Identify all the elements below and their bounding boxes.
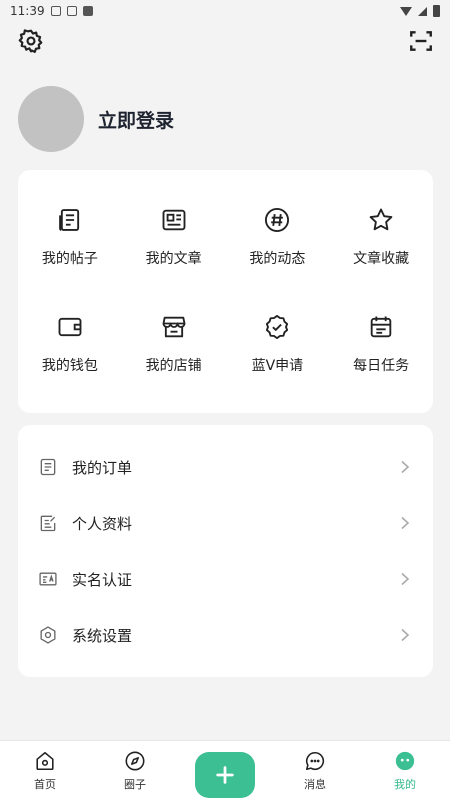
tab-messages[interactable]: 消息 [280,741,350,792]
status-bar: 11:39 [0,0,450,22]
verified-badge-icon [266,314,289,339]
home-icon [36,751,54,771]
chevron-right-icon [401,460,410,474]
calendar-task-icon [370,316,392,337]
menu-item-label: 我的订单 [72,458,133,477]
tab-label: 消息 [304,778,326,791]
notification-icon [50,6,61,16]
settings-hex-icon [40,626,56,644]
chevron-right-icon [401,628,410,642]
notification-icon [66,6,77,16]
settings-button[interactable] [18,28,44,54]
grid-item-favorites[interactable]: 文章收藏 [329,192,433,299]
grid-item-label: 我的动态 [249,251,306,267]
grid-item-label: 我的帖子 [41,251,98,267]
message-icon [305,751,325,771]
menu-list-card: 我的订单 个人资料 实名认证 系统设置 [18,425,433,677]
avatar[interactable] [18,86,84,152]
plus-icon [216,766,234,784]
grid-item-store[interactable]: 我的店铺 [122,299,226,406]
grid-item-blue-v[interactable]: 蓝V申请 [226,299,330,406]
post-icon [59,209,79,231]
tab-label: 圈子 [124,778,146,791]
signal-icon [418,6,427,16]
menu-item-label: 个人资料 [72,514,133,533]
wifi-icon [400,6,412,16]
grid-item-daily-tasks[interactable]: 每日任务 [329,299,433,406]
grid-item-my-moments[interactable]: 我的动态 [226,192,330,299]
top-bar [0,28,450,54]
menu-item-orders[interactable]: 我的订单 [18,439,433,495]
scan-icon [410,31,432,51]
chevron-right-icon [401,516,410,530]
tab-circle[interactable]: 圈子 [100,741,170,792]
article-icon [162,209,186,231]
store-icon [162,316,186,337]
menu-item-system-settings[interactable]: 系统设置 [18,607,433,663]
menu-item-profile[interactable]: 个人资料 [18,495,433,551]
id-card-icon [39,572,57,586]
wallet-icon [58,317,82,336]
menu-item-label: 系统设置 [72,626,133,645]
tab-create[interactable] [190,741,260,798]
grid-item-label: 我的店铺 [145,357,202,374]
tab-home[interactable]: 首页 [10,741,80,792]
tab-mine[interactable]: 我的 [370,741,440,792]
profile-face-icon [395,751,415,771]
star-icon [369,208,393,231]
bottom-tab-bar: 首页 圈子 消息 我的 [0,740,450,800]
grid-item-label: 每日任务 [353,357,410,374]
grid-item-label: 文章收藏 [353,251,410,267]
grid-item-label: 蓝V申请 [251,357,304,374]
grid-item-label: 我的文章 [145,251,202,267]
gear-icon [18,29,43,53]
edit-profile-icon [40,515,56,532]
grid-item-my-articles[interactable]: 我的文章 [122,192,226,299]
scan-button[interactable] [408,28,434,54]
tab-label: 我的 [394,778,416,791]
battery-icon [433,5,440,17]
grid-item-my-posts[interactable]: 我的帖子 [18,192,122,299]
login-link[interactable]: 立即登录 [98,106,174,133]
chevron-right-icon [401,572,410,586]
create-button[interactable] [195,752,255,798]
menu-item-label: 实名认证 [72,570,133,589]
compass-icon [125,751,145,771]
grid-item-label: 我的钱包 [41,357,98,374]
grid-item-wallet[interactable]: 我的钱包 [18,299,122,406]
menu-item-real-name[interactable]: 实名认证 [18,551,433,607]
feature-grid-card: 我的帖子 我的文章 我的动态 文章收藏 我的钱包 我的店铺 蓝V申请 每日任务 [18,170,433,413]
order-list-icon [40,458,56,476]
notification-icon [82,6,93,16]
hashtag-icon [265,207,290,233]
profile-header[interactable]: 立即登录 [18,86,174,152]
status-time: 11:39 [10,4,45,18]
tab-label: 首页 [34,778,56,791]
